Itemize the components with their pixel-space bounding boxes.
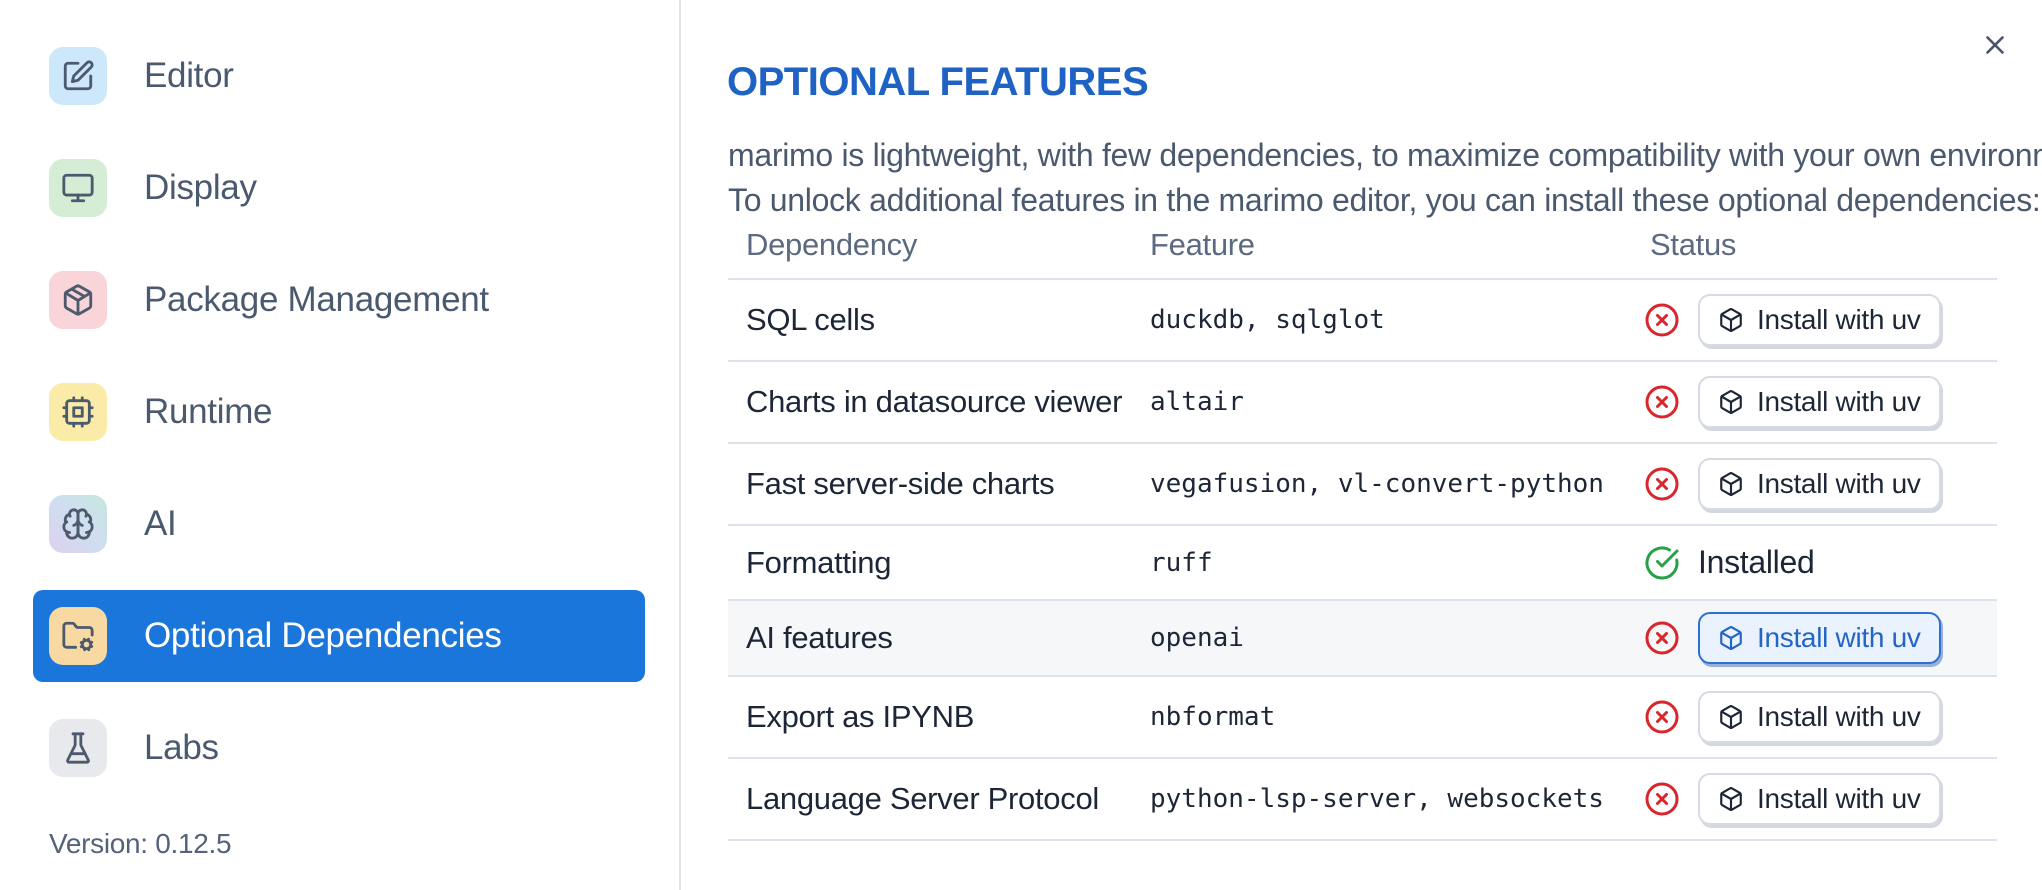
- sidebar-item-label: Runtime: [144, 392, 273, 431]
- sidebar-item-label: Editor: [144, 56, 234, 95]
- monitor-icon: [49, 159, 107, 217]
- feature-packages: nbformat: [1150, 702, 1276, 732]
- not-installed-icon: [1644, 466, 1680, 502]
- feature-packages: vegafusion, vl-convert-python: [1150, 469, 1604, 499]
- sidebar-item-display[interactable]: Display: [33, 142, 645, 234]
- install-with-uv-button[interactable]: Install with uv: [1698, 376, 1941, 428]
- installed-status-label: Installed: [1698, 544, 1815, 580]
- sidebar-item-optional-dependencies[interactable]: Optional Dependencies: [33, 590, 645, 682]
- install-with-uv-button[interactable]: Install with uv: [1698, 773, 1941, 825]
- install-button-label: Install with uv: [1757, 386, 1921, 417]
- dependency-name: Charts in datasource viewer: [746, 384, 1123, 419]
- square-pen-icon: [49, 47, 107, 105]
- sidebar-item-label: AI: [144, 504, 177, 543]
- table-row: Charts in datasource viewer altair Insta…: [728, 362, 1997, 444]
- close-button[interactable]: [1978, 28, 2012, 62]
- box-icon: [1720, 787, 1742, 811]
- dependencies-table: Dependency Feature Status SQL cells duck…: [728, 212, 1997, 841]
- install-button-label: Install with uv: [1757, 783, 1921, 814]
- folder-cog-icon: [49, 607, 107, 665]
- column-header-dependency: Dependency: [746, 227, 918, 262]
- box-icon: [1720, 308, 1742, 332]
- page-title: OPTIONAL FEATURES: [727, 59, 1149, 104]
- table-row: Formatting ruff Installed: [728, 526, 1997, 601]
- not-installed-icon: [1644, 699, 1680, 735]
- dependency-name: Export as IPYNB: [746, 699, 975, 734]
- sidebar-item-runtime[interactable]: Runtime: [33, 366, 645, 458]
- box-icon: [1720, 390, 1742, 414]
- install-button-label: Install with uv: [1757, 468, 1921, 499]
- status-cell: Installed: [1632, 544, 1997, 581]
- dependency-name: SQL cells: [746, 302, 875, 337]
- table-row: Export as IPYNB nbformat Install with uv: [728, 677, 1997, 759]
- dependency-name: AI features: [746, 620, 893, 655]
- install-with-uv-button-focused[interactable]: Install with uv: [1698, 612, 1941, 664]
- brain-icon: [49, 495, 107, 553]
- sidebar-item-label: Optional Dependencies: [144, 616, 502, 655]
- feature-packages: altair: [1150, 387, 1244, 417]
- feature-packages: ruff: [1150, 547, 1213, 578]
- sidebar-item-label: Labs: [144, 728, 219, 767]
- column-header-feature: Feature: [1150, 227, 1255, 262]
- status-cell: Install with uv: [1632, 691, 1997, 743]
- sidebar-item-labs[interactable]: Labs: [33, 702, 645, 794]
- not-installed-icon: [1644, 302, 1680, 338]
- cpu-icon: [49, 383, 107, 441]
- install-button-label: Install with uv: [1757, 304, 1921, 335]
- box-icon: [1720, 626, 1742, 650]
- table-row: SQL cells duckdb, sqlglot Install with u…: [728, 280, 1997, 362]
- table-row: Language Server Protocol python-lsp-serv…: [728, 759, 1997, 841]
- install-with-uv-button[interactable]: Install with uv: [1698, 294, 1941, 346]
- description: marimo is lightweight, with few dependen…: [728, 137, 2042, 218]
- settings-sidebar: Editor Display Package Management Runtim…: [0, 0, 681, 890]
- status-cell: Install with uv: [1632, 376, 1997, 428]
- install-with-uv-button[interactable]: Install with uv: [1698, 691, 1941, 743]
- install-with-uv-button[interactable]: Install with uv: [1698, 458, 1941, 510]
- table-row: AI features openai Install with uv: [728, 601, 1997, 677]
- x-icon: [1986, 36, 2004, 54]
- column-header-status: Status: [1650, 227, 1737, 262]
- dependency-name: Formatting: [746, 544, 892, 580]
- feature-packages: python-lsp-server, websockets: [1150, 784, 1604, 814]
- box-icon: [1720, 705, 1742, 729]
- status-cell: Install with uv: [1632, 612, 1997, 664]
- dependency-name: Language Server Protocol: [746, 781, 1099, 816]
- optional-features-panel: OPTIONAL FEATURES marimo is lightweight,…: [683, 0, 2042, 890]
- status-cell: Install with uv: [1632, 294, 1997, 346]
- dependency-name: Fast server-side charts: [746, 466, 1055, 501]
- flask-icon: [49, 719, 107, 777]
- table-header-row: Dependency Feature Status: [728, 212, 1997, 280]
- not-installed-icon: [1644, 781, 1680, 817]
- status-cell: Install with uv: [1632, 458, 1997, 510]
- not-installed-icon: [1644, 384, 1680, 420]
- install-button-label: Install with uv: [1757, 701, 1921, 732]
- installed-check-icon: [1644, 545, 1680, 581]
- sidebar-item-editor[interactable]: Editor: [33, 30, 645, 122]
- sidebar-item-ai[interactable]: AI: [33, 478, 645, 570]
- feature-packages: openai: [1150, 623, 1244, 653]
- package-icon: [49, 271, 107, 329]
- install-button-label: Install with uv: [1757, 622, 1921, 653]
- feature-packages: duckdb, sqlglot: [1150, 305, 1385, 335]
- table-row: Fast server-side charts vegafusion, vl-c…: [728, 444, 1997, 526]
- box-icon: [1720, 472, 1742, 496]
- sidebar-item-package-management[interactable]: Package Management: [33, 254, 645, 346]
- app-version: Version: 0.12.5: [49, 828, 232, 859]
- status-cell: Install with uv: [1632, 773, 1997, 825]
- not-installed-icon: [1644, 620, 1680, 656]
- sidebar-item-label: Package Management: [144, 280, 489, 319]
- sidebar-item-label: Display: [144, 168, 257, 207]
